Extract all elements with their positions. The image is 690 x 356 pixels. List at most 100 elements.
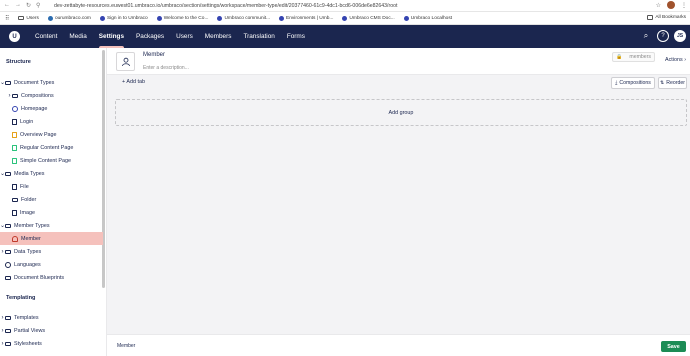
apps-grid-icon[interactable]: ⠿: [5, 15, 9, 22]
nav-members[interactable]: Members: [199, 25, 238, 48]
description-field[interactable]: Enter a description...: [143, 65, 189, 71]
tree-item-homepage[interactable]: Homepage: [0, 102, 103, 115]
sort-icon: ⇅: [659, 80, 665, 86]
user-avatar[interactable]: JS: [674, 30, 686, 42]
tree-item-regular-content-page[interactable]: Regular Content Page: [0, 141, 103, 154]
bookmark-item[interactable]: Umbraco communit...: [217, 15, 270, 21]
workspace: Member Enter a description... 🔒 members …: [107, 48, 690, 356]
save-button[interactable]: Save: [661, 341, 686, 352]
nav-packages[interactable]: Packages: [130, 25, 170, 48]
tree-item-simple-content-page[interactable]: Simple Content Page: [0, 154, 103, 167]
home-icon: [12, 105, 18, 112]
name-field[interactable]: Member: [143, 52, 165, 58]
folder-icon: [5, 223, 11, 229]
address-field[interactable]: dev-zettabyte-resources.euwest01.umbraco…: [54, 3, 397, 9]
bookmark-item[interactable]: Sign in to Umbraco: [99, 15, 148, 21]
image-icon: [12, 209, 17, 216]
workspace-toolbar: + Add tab ⤓ Compositions ⇅ Reorder: [107, 75, 690, 91]
folder-icon: [12, 93, 18, 99]
user-icon: [121, 57, 130, 66]
umbraco-icon: [279, 15, 285, 21]
workspace-footer: Member Save: [107, 334, 690, 356]
reorder-button[interactable]: ⇅ Reorder: [658, 77, 687, 89]
bookmark-item[interactable]: Umbraco CMS Doc...: [342, 15, 395, 21]
browser-menu-icon[interactable]: ⋮: [681, 2, 687, 9]
document-icon: [12, 131, 17, 138]
icon-picker-button[interactable]: [116, 52, 135, 71]
alias-field[interactable]: 🔒 members: [612, 52, 655, 62]
help-icon[interactable]: ?: [657, 30, 669, 42]
user-icon: [12, 235, 18, 242]
back-icon[interactable]: ←: [4, 2, 10, 9]
site-info-icon[interactable]: ⚲: [36, 2, 40, 9]
nav-users[interactable]: Users: [170, 25, 199, 48]
lock-icon[interactable]: 🔒: [616, 54, 622, 60]
bookmark-item[interactable]: ourumbraco.com: [47, 15, 91, 21]
folder-icon: [5, 249, 11, 255]
tree-item-folder[interactable]: Folder: [0, 193, 103, 206]
plus-icon: +: [122, 79, 126, 85]
add-group-button[interactable]: Add group: [115, 99, 687, 126]
browser-nav-buttons: ← → ↻ ⚲: [0, 2, 54, 9]
merge-icon: ⤓: [615, 79, 618, 86]
sidebar: Structure ⌄ Document Types › Compositions …: [0, 48, 107, 356]
reload-icon[interactable]: ↻: [26, 2, 31, 9]
browser-toolbar-right: ☆ ⋮: [656, 1, 687, 9]
bookmark-item[interactable]: Environments | Umb...: [279, 15, 333, 21]
tree-item-templates[interactable]: › Templates: [0, 311, 103, 324]
umbraco-icon: [99, 15, 105, 21]
site-icon: [47, 15, 53, 21]
bookmark-item[interactable]: Umbraco Localhost: [403, 15, 452, 21]
tree-item-partial-views[interactable]: › Partial Views: [0, 324, 103, 337]
tree-item-stylesheets[interactable]: › Stylesheets: [0, 337, 103, 350]
bookmarks-bar: ⠿ Users ourumbraco.com Sign in to Umbrac…: [0, 12, 690, 25]
forward-icon[interactable]: →: [15, 2, 21, 9]
folder-icon: [5, 328, 11, 334]
all-bookmarks[interactable]: All Bookmarks: [647, 15, 686, 20]
tree-item-compositions[interactable]: › Compositions: [0, 89, 103, 102]
profile-avatar[interactable]: [667, 1, 675, 9]
actions-button[interactable]: Actions ›: [665, 57, 686, 63]
section-title-templating: Templating: [6, 295, 36, 301]
file-icon: [12, 183, 17, 190]
top-navigation: U Content Media Settings Packages Users …: [0, 25, 690, 48]
folder-icon: [5, 171, 11, 177]
tree-item-document-blueprints[interactable]: Document Blueprints: [0, 271, 103, 284]
document-icon: [12, 157, 17, 164]
tree-item-languages[interactable]: Languages: [0, 258, 103, 271]
workspace-header: Member Enter a description... 🔒 members …: [107, 48, 690, 75]
search-icon[interactable]: ⌕: [640, 30, 652, 42]
document-icon: [12, 144, 17, 151]
tree-item-image[interactable]: Image: [0, 206, 103, 219]
nav-translation[interactable]: Translation: [237, 25, 280, 48]
umbraco-icon: [342, 15, 348, 21]
nav-settings[interactable]: Settings: [93, 25, 130, 48]
umbraco-logo-icon[interactable]: U: [9, 31, 20, 42]
tree-item-member-types[interactable]: ⌄ Member Types: [0, 219, 103, 232]
tree-item-login[interactable]: Login: [0, 115, 103, 128]
top-nav-tools: ⌕ ? JS: [640, 30, 686, 42]
tree-item-member[interactable]: Member: [0, 232, 103, 245]
tree-item-overview-page[interactable]: Overview Page: [0, 128, 103, 141]
chevron-right-icon: ›: [684, 57, 686, 63]
bookmark-item[interactable]: Users: [18, 16, 39, 21]
tree-item-media-types[interactable]: ⌄ Media Types: [0, 167, 103, 180]
globe-icon: [5, 261, 11, 268]
bookmark-item[interactable]: Welcome to the Co...: [156, 15, 208, 21]
tree-item-document-types[interactable]: ⌄ Document Types: [0, 76, 103, 89]
breadcrumb[interactable]: Member: [117, 343, 135, 349]
bookmark-star-icon[interactable]: ☆: [656, 2, 661, 9]
nav-media[interactable]: Media: [63, 25, 92, 48]
folder-icon: [647, 15, 654, 20]
add-tab-button[interactable]: + Add tab: [122, 79, 145, 85]
nav-content[interactable]: Content: [29, 25, 63, 48]
folder-icon: [12, 197, 18, 203]
section-title-structure: Structure: [6, 59, 31, 65]
compositions-button[interactable]: ⤓ Compositions: [611, 77, 655, 89]
umbraco-icon: [403, 15, 409, 21]
tree-item-file[interactable]: File: [0, 180, 103, 193]
folder-icon: [18, 15, 25, 21]
folder-icon: [5, 275, 11, 281]
tree-item-data-types[interactable]: › Data Types: [0, 245, 103, 258]
nav-forms[interactable]: Forms: [281, 25, 311, 48]
